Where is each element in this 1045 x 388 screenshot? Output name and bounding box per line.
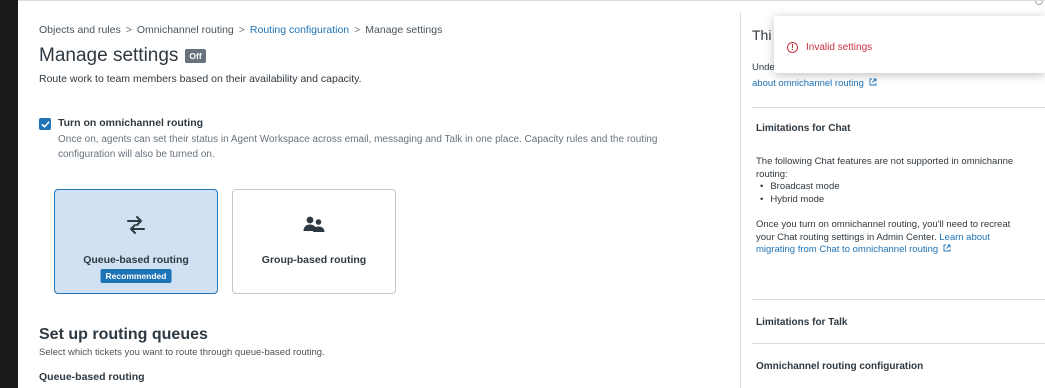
group-based-routing-tile[interactable]: Group-based routing — [232, 189, 396, 294]
omnichannel-checkbox[interactable] — [39, 118, 51, 130]
external-link-icon — [869, 78, 877, 86]
accordion-divider — [752, 107, 1045, 108]
migrating-chat-link-label: migrating from Chat to omnichannel routi… — [756, 244, 939, 255]
queue-based-routing-tile[interactable]: Queue-based routing Recommended — [54, 189, 218, 294]
chat-unsupported-list: Broadcast mode Hybrid mode — [756, 181, 1013, 206]
omnichannel-hint: Once on, agents can set their status in … — [58, 134, 658, 160]
recreate-note: Once you turn on omnichannel routing, yo… — [756, 219, 1011, 230]
external-link-icon — [943, 244, 951, 252]
breadcrumb: Objects and rules > Omnichannel routing > Ro… — [39, 24, 442, 36]
queue-based-routing-label: Queue-based routing — [83, 254, 189, 266]
accordion-divider — [752, 299, 1045, 300]
recreate-note-cont: your Chat routing settings in Admin Cent… — [756, 231, 937, 243]
checkmark-icon — [41, 120, 49, 128]
queue-based-routing-heading: Queue-based routing — [39, 371, 145, 383]
page-title: Manage settings — [39, 45, 179, 66]
limitations-talk-header[interactable]: Limitations for Talk — [756, 317, 848, 328]
recommended-badge: Recommended — [100, 269, 172, 283]
help-panel-intro: Unde — [752, 62, 775, 73]
learn-about-link[interactable]: Learn about — [939, 232, 990, 243]
title-row: Manage settings Off — [39, 45, 206, 67]
routing-queues-subtitle: Select which tickets you want to route t… — [39, 347, 325, 358]
migrating-chat-link[interactable]: migrating from Chat to omnichannel routi… — [756, 244, 1013, 257]
scroll-indicator-icon — [1035, 1, 1043, 5]
routing-arrows-icon — [127, 216, 145, 234]
group-based-routing-label: Group-based routing — [261, 254, 367, 266]
limitations-chat-header[interactable]: Limitations for Chat — [756, 123, 850, 134]
group-users-icon — [303, 216, 325, 232]
limitations-chat-body: The following Chat features are not supp… — [756, 156, 1013, 257]
list-item: Broadcast mode — [756, 181, 1013, 194]
chat-unsupported-text-cont: routing: — [756, 168, 788, 180]
breadcrumb-separator: > — [354, 24, 361, 36]
omnichannel-checkbox-label[interactable]: Turn on omnichannel routing — [58, 117, 698, 129]
breadcrumb-omnichannel-routing[interactable]: Omnichannel routing — [137, 24, 234, 36]
list-item: Hybrid mode — [756, 194, 1013, 207]
status-badge: Off — [185, 49, 206, 63]
toast-message: Invalid settings — [806, 42, 873, 53]
breadcrumb-current-page: Manage settings — [365, 24, 443, 36]
breadcrumb-objects-and-rules[interactable]: Objects and rules — [39, 24, 121, 36]
help-panel-title: Thi — [752, 27, 772, 43]
main-content: Objects and rules > Omnichannel routing > Ro… — [18, 1, 740, 388]
learn-omnichannel-link-label: about omnichannel routing — [752, 78, 864, 89]
breadcrumb-separator: > — [125, 24, 132, 36]
breadcrumb-separator: > — [238, 24, 245, 36]
invalid-settings-toast: ! Invalid settings — [774, 16, 1045, 73]
accordion-divider — [752, 343, 1045, 344]
routing-queues-title: Set up routing queues — [39, 326, 208, 343]
breadcrumb-routing-configuration[interactable]: Routing configuration — [250, 24, 349, 36]
chat-unsupported-text: The following Chat features are not supp… — [756, 156, 1014, 167]
omnichannel-config-header[interactable]: Omnichannel routing configuration — [756, 361, 923, 372]
page-subtitle: Route work to team members based on thei… — [39, 73, 362, 85]
alert-icon: ! — [787, 42, 798, 53]
app-window: Objects and rules > Omnichannel routing > Ro… — [18, 0, 1045, 388]
omnichannel-toggle-row: Turn on omnichannel routing Once on, age… — [39, 117, 698, 162]
learn-omnichannel-link[interactable]: about omnichannel routing — [752, 78, 877, 89]
